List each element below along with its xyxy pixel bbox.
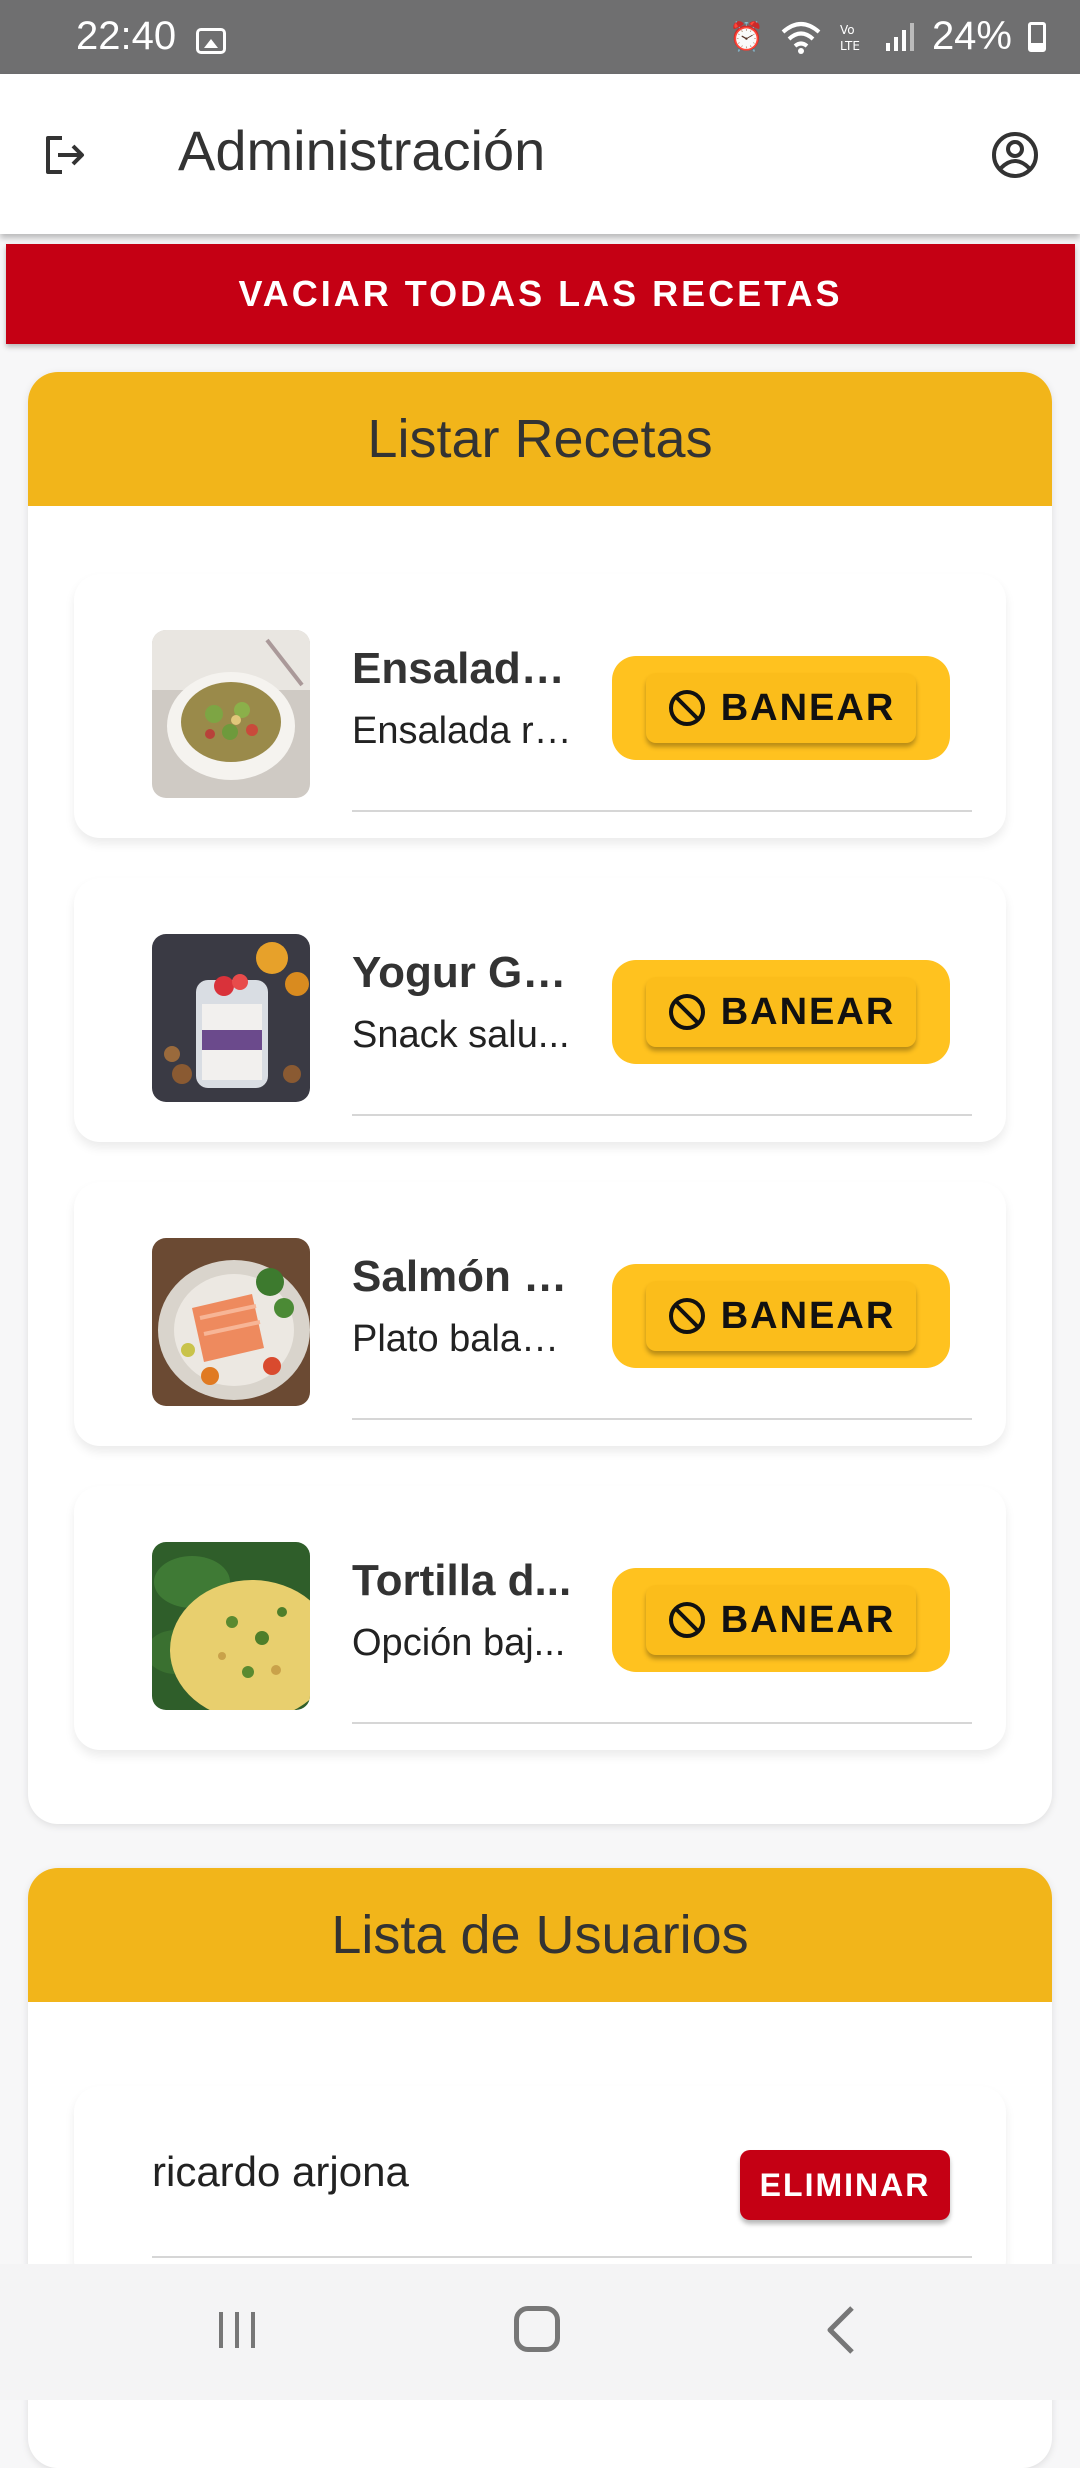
divider	[152, 2256, 972, 2258]
ban-button[interactable]: BANEAR	[646, 673, 916, 743]
logout-icon[interactable]	[40, 130, 90, 180]
recipe-card: Yogur Gri... Snack salu... BANEAR	[74, 878, 1006, 1142]
delete-user-button[interactable]: ELIMINAR	[740, 2150, 950, 2220]
ban-button-label: BANEAR	[720, 686, 896, 729]
recipe-image	[152, 934, 310, 1102]
block-icon	[668, 1602, 705, 1638]
ban-button-label: BANEAR	[720, 990, 896, 1033]
status-icons: ⏰ Vo LTE 24%	[729, 14, 1046, 59]
recipe-description: Ensalada ri...	[352, 710, 572, 752]
ban-button[interactable]: BANEAR	[646, 1585, 916, 1655]
users-section-title: Lista de Usuarios	[28, 1868, 1052, 2002]
recipe-title: Ensalada ...	[352, 644, 572, 693]
status-bar: 22:40 ⏰ Vo LTE 24%	[0, 0, 1080, 74]
status-time: 22:40	[76, 14, 177, 58]
ban-button-container: BANEAR	[612, 656, 950, 760]
ban-button-container: BANEAR	[612, 1264, 950, 1368]
page-title: Administración	[178, 119, 546, 182]
divider	[352, 1114, 972, 1116]
divider	[352, 1722, 972, 1724]
ban-button-label: BANEAR	[720, 1294, 896, 1337]
recipes-section-title: Listar Recetas	[28, 372, 1052, 506]
user-card: ricardo arjona ELIMINAR	[74, 2086, 1006, 2286]
system-nav-bar	[0, 2264, 1080, 2400]
recipe-card: Ensalada ... Ensalada ri... BANEAR	[74, 574, 1006, 838]
recent-apps-icon[interactable]	[215, 2308, 259, 2352]
wifi-icon	[781, 21, 821, 54]
recipe-description: Plato balan...	[352, 1318, 572, 1360]
recipe-image	[152, 630, 310, 798]
image-icon	[196, 28, 226, 54]
ban-button[interactable]: BANEAR	[646, 1281, 916, 1351]
divider	[352, 810, 972, 812]
block-icon	[668, 994, 705, 1030]
ban-button-container: BANEAR	[612, 1568, 950, 1672]
clear-all-recipes-button[interactable]: VACIAR TODAS LAS RECETAS	[6, 244, 1075, 344]
svg-text:LTE: LTE	[840, 39, 860, 53]
battery-text: 24%	[931, 14, 1012, 58]
recipe-image	[152, 1238, 310, 1406]
ban-button[interactable]: BANEAR	[646, 977, 916, 1047]
recipe-card: Salmón a... Plato balan... BANEAR	[74, 1182, 1006, 1446]
user-name: ricardo arjona	[152, 2148, 409, 2195]
recipes-section: Listar Recetas Ensalada ... Ensalada ri.…	[28, 372, 1052, 1824]
signal-icon	[885, 22, 914, 51]
volte-icon: Vo LTE	[840, 23, 860, 53]
recipe-image	[152, 1542, 310, 1710]
recipe-description: Opción baj...	[352, 1622, 566, 1664]
recipe-title: Salmón a...	[352, 1252, 572, 1301]
ban-button-label: BANEAR	[720, 1598, 896, 1641]
alarm-icon: ⏰	[729, 21, 764, 52]
block-icon	[668, 1298, 705, 1334]
recipe-description: Snack salu...	[352, 1014, 570, 1056]
battery-icon	[1028, 21, 1046, 52]
home-icon[interactable]	[514, 2306, 560, 2352]
back-icon[interactable]	[822, 2304, 862, 2356]
svg-text:Vo: Vo	[840, 23, 855, 37]
block-icon	[668, 690, 705, 726]
account-circle-icon[interactable]	[990, 130, 1040, 180]
ban-button-container: BANEAR	[612, 960, 950, 1064]
divider	[352, 1418, 972, 1420]
app-bar: Administración	[0, 74, 1080, 234]
recipe-title: Yogur Gri...	[352, 948, 572, 997]
recipe-card: Tortilla d... Opción baj... BANEAR	[74, 1486, 1006, 1750]
recipe-title: Tortilla d...	[352, 1556, 572, 1605]
